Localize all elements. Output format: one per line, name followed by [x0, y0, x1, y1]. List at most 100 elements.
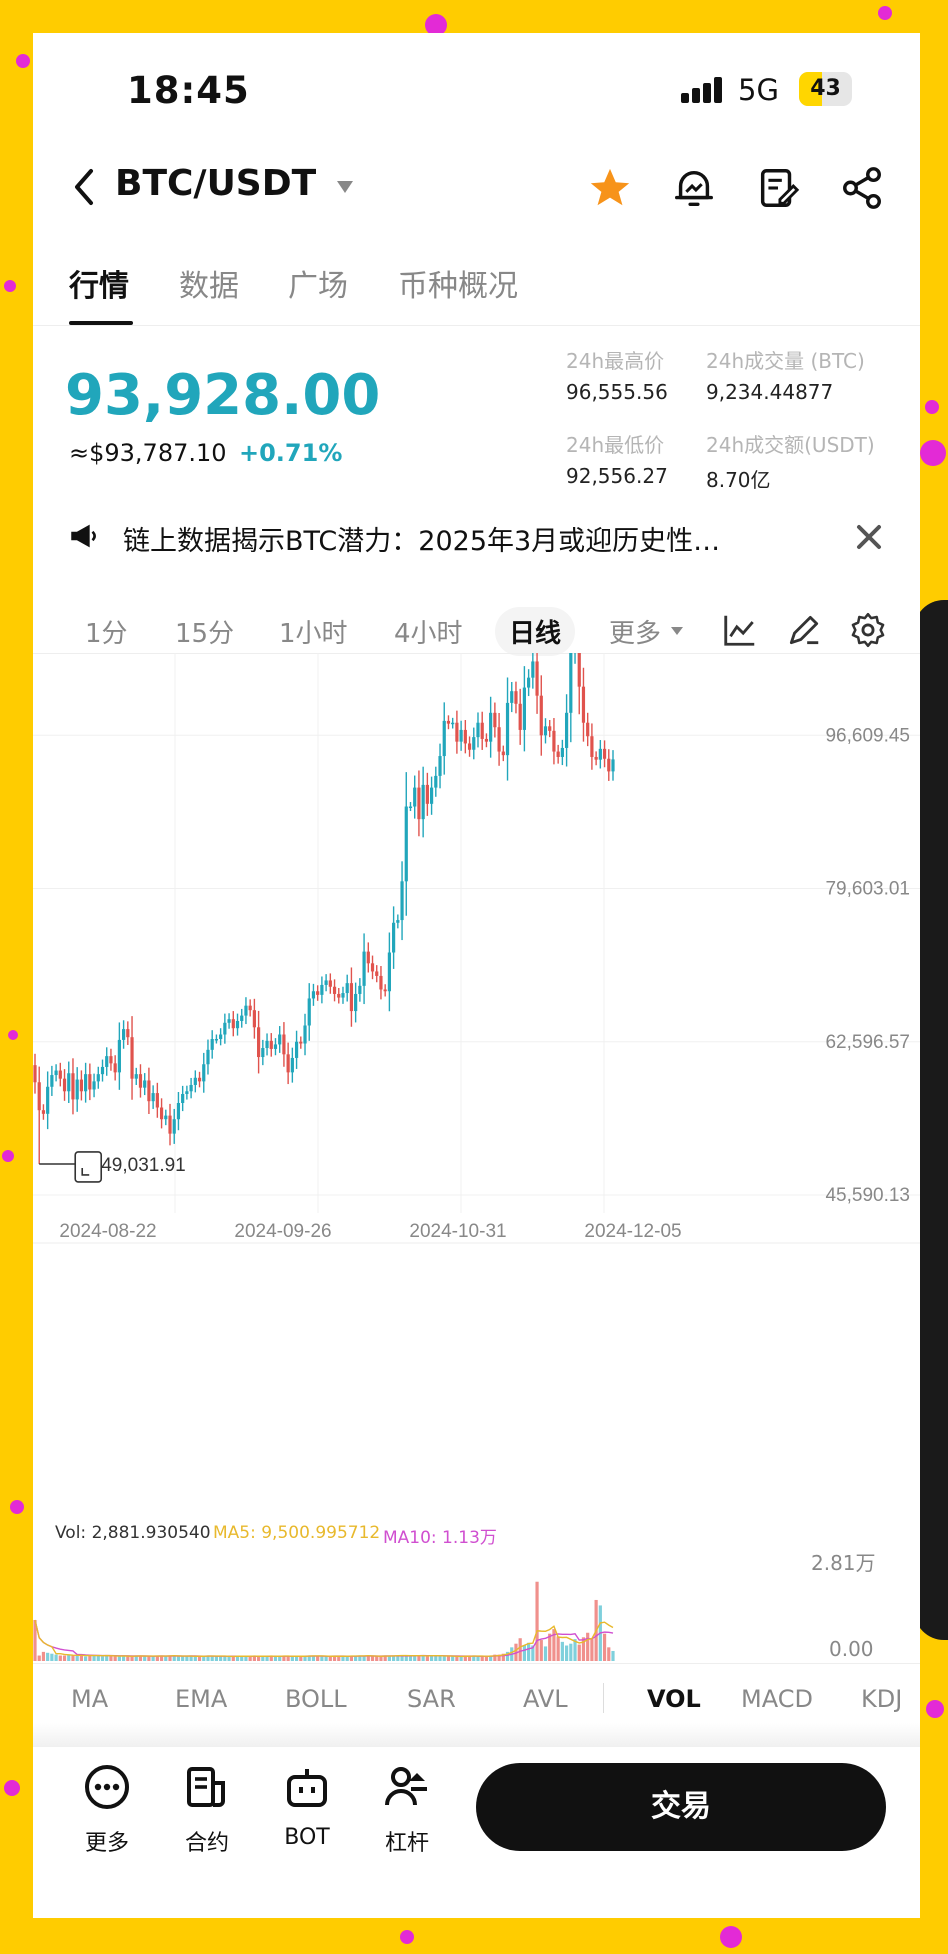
decor-dot [2, 1150, 14, 1162]
candle-body [379, 975, 383, 990]
candle-body [193, 1077, 197, 1085]
candle-body [96, 1074, 100, 1082]
indicator-ema[interactable]: EMA [175, 1685, 227, 1713]
timeframe-15m[interactable]: 15分 [175, 613, 234, 650]
candle-body [564, 712, 569, 748]
candle-body [396, 920, 400, 923]
candle-body [531, 661, 535, 678]
settings-gear-icon[interactable] [849, 611, 887, 649]
pair-title[interactable]: BTC/USDT [115, 163, 316, 204]
share-icon[interactable] [839, 165, 885, 211]
volume-bar [244, 1656, 248, 1661]
indicator-vol[interactable]: VOL [647, 1685, 701, 1713]
volume-bar [442, 1656, 446, 1661]
candle-body [425, 784, 429, 804]
y-axis-tick: 96,609.45 [825, 725, 910, 746]
volume-bar [535, 1581, 539, 1661]
volume-bar [265, 1656, 269, 1661]
timeframe-1d[interactable]: 日线 [495, 607, 576, 656]
tab-market[interactable]: 行情 [69, 261, 129, 305]
candle-body [41, 1110, 46, 1114]
tab-data[interactable]: 数据 [179, 261, 239, 305]
usd-price: ≈$93,787.10 [69, 439, 227, 467]
volume-bar [164, 1656, 168, 1661]
indicator-ma[interactable]: MA [71, 1685, 108, 1713]
candle-body [505, 702, 510, 756]
candle-body [484, 738, 489, 742]
candle-body [324, 980, 328, 985]
nav-more-label: 更多 [84, 1831, 129, 1856]
volume-bar [564, 1645, 569, 1661]
volume-bar [590, 1639, 594, 1661]
volume-bar [126, 1656, 130, 1661]
timeframe-1m[interactable]: 1分 [85, 613, 128, 650]
indicator-divider [603, 1683, 604, 1713]
volume-bar [286, 1656, 290, 1661]
candle-body [172, 1119, 176, 1134]
divider [33, 325, 920, 326]
candle-body [159, 1107, 164, 1120]
indicator-avl[interactable]: AVL [523, 1685, 568, 1713]
timeframe-4h[interactable]: 4小时 [394, 613, 463, 650]
decor-dot [16, 54, 30, 68]
candle-body [552, 730, 556, 752]
star-icon[interactable] [587, 165, 633, 211]
candle-body [138, 1074, 143, 1088]
trade-button[interactable]: 交易 [476, 1763, 886, 1851]
indicator-macd[interactable]: MACD [741, 1685, 813, 1713]
volume-bar [569, 1643, 573, 1661]
candle-body [269, 1040, 273, 1049]
decor-dot [920, 440, 946, 466]
low-label: 24h最低价 [566, 433, 665, 457]
candle-body [189, 1084, 193, 1092]
timeframe-more[interactable]: 更多 [609, 613, 661, 650]
volume-bar [62, 1655, 67, 1661]
candle-body [33, 1065, 37, 1083]
candle-body [294, 1041, 299, 1058]
indicator-kdj[interactable]: KDJ [861, 1685, 902, 1713]
draw-tool-icon[interactable] [785, 611, 823, 649]
news-ticker[interactable]: 链上数据揭示BTC潜力：2025年3月或迎历史性… [123, 519, 720, 558]
candle-body [535, 661, 539, 696]
volume-bar [41, 1651, 46, 1661]
ma10-line [34, 1619, 614, 1657]
candle-body [366, 951, 370, 964]
nav-bot[interactable] [283, 1763, 331, 1815]
chart-type-icon[interactable] [721, 611, 759, 649]
decor-dot [8, 1030, 18, 1040]
dropdown-triangle-icon[interactable] [335, 179, 355, 195]
close-icon[interactable] [855, 523, 883, 551]
candlestick-chart[interactable]: 113,615.8996,609.4579,603.0162,596.5745,… [33, 653, 920, 1543]
volume-bar [79, 1655, 84, 1661]
candle-body [117, 1039, 121, 1073]
volume-bar [202, 1656, 206, 1661]
candle-body [299, 1041, 303, 1044]
candle-body [527, 677, 531, 688]
candle-body [514, 691, 518, 704]
nav-more[interactable] [83, 1763, 131, 1815]
nav-contract[interactable] [183, 1763, 231, 1815]
decor-dot [926, 1700, 944, 1718]
indicator-boll[interactable]: BOLL [285, 1685, 347, 1713]
candle-body [438, 756, 442, 776]
back-arrow-icon[interactable] [71, 167, 97, 207]
candle-body [261, 1048, 265, 1058]
megaphone-icon [71, 524, 96, 548]
candle-body [518, 703, 522, 730]
candle-body [611, 759, 615, 772]
tab-coin-overview[interactable]: 币种概况 [398, 261, 518, 305]
volume-chart [33, 1581, 615, 1661]
candle-body [290, 1057, 294, 1073]
price-alert-icon[interactable] [671, 165, 717, 211]
volume-bar [324, 1656, 328, 1661]
last-price: 93,928.00 [65, 363, 381, 428]
tab-square[interactable]: 广场 [288, 261, 348, 305]
candle-body [210, 1039, 214, 1050]
signal-icon [681, 77, 722, 103]
volume-bar [223, 1656, 227, 1661]
indicator-sar[interactable]: SAR [407, 1685, 456, 1713]
note-icon[interactable] [755, 165, 801, 211]
timeframe-1h[interactable]: 1小时 [279, 613, 348, 650]
nav-leverage[interactable] [383, 1763, 431, 1815]
candle-body [510, 691, 514, 703]
